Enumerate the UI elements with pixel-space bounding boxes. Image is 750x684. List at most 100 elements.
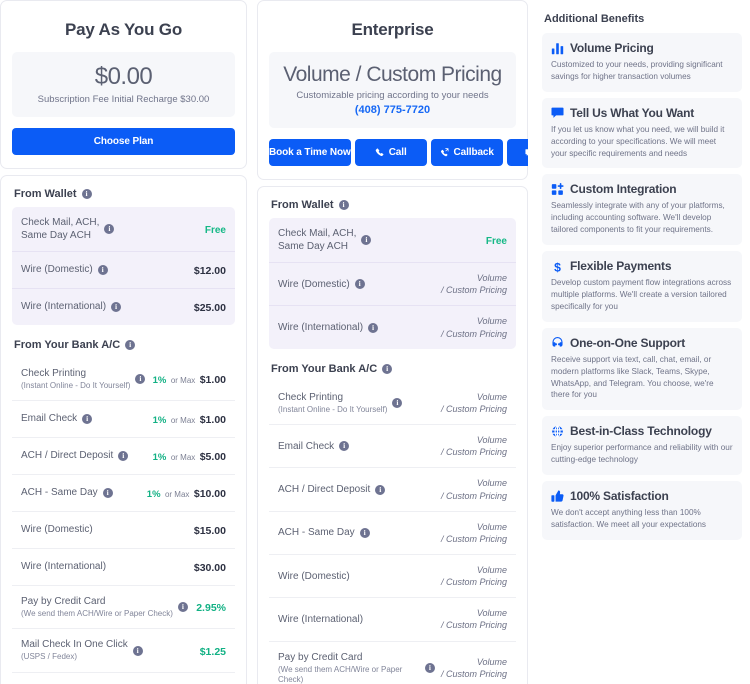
info-icon[interactable]: i — [125, 339, 136, 350]
bar-chart-icon — [551, 42, 564, 55]
row-label: Wire (International) — [21, 301, 107, 313]
payg-price: $0.00 — [94, 63, 153, 90]
price-percent: 1% — [152, 451, 167, 463]
info-icon[interactable]: i — [375, 484, 386, 495]
payg-header-card: Pay As You Go $0.00 Subscription Fee Ini… — [0, 0, 247, 169]
info-icon[interactable]: i — [361, 235, 372, 246]
price-value: $1.00 — [199, 373, 226, 386]
info-icon[interactable]: i — [97, 264, 108, 275]
info-icon[interactable]: i — [382, 363, 393, 374]
svg-text:$: $ — [554, 260, 561, 273]
info-icon[interactable]: i — [424, 662, 435, 673]
column-gap — [247, 0, 257, 684]
chat-bubble-icon — [551, 106, 564, 119]
benefit-header: Custom Integration — [551, 182, 733, 196]
info-icon[interactable]: i — [111, 301, 122, 312]
fee-row: Mail Check In One Click (USPS / Fedex) i $1… — [12, 628, 235, 671]
callback-button-label: Callback — [453, 147, 494, 159]
info-icon[interactable]: i — [177, 602, 188, 613]
fee-row-label-group: Wire (Domestic) i — [278, 278, 365, 291]
fee-row: Pay by Credit Card (We send them ACH/Wire… — [12, 584, 235, 628]
dollar-icon: $ — [551, 260, 564, 273]
phone-link[interactable]: (408) 775-7720 — [277, 104, 508, 116]
info-icon[interactable]: i — [339, 441, 350, 452]
info-icon[interactable]: i — [368, 322, 379, 333]
info-icon[interactable]: i — [102, 487, 113, 498]
benefit-name: One-on-One Support — [570, 335, 686, 350]
price-value: Free — [204, 224, 226, 236]
info-icon[interactable]: i — [135, 373, 146, 384]
price-value: $5.00 — [199, 450, 226, 463]
row-label: Pay by Credit Card — [278, 651, 363, 663]
info-icon[interactable]: i — [81, 188, 92, 199]
fee-row: ACH / Direct Deposit i Volume / Custom Pric… — [269, 467, 516, 510]
row-label: Check Mail, ACH, — [278, 228, 357, 240]
info-icon[interactable]: i — [359, 527, 370, 538]
price-custom: Volume / Custom Pricing — [440, 316, 507, 339]
info-icon[interactable]: i — [132, 645, 143, 656]
benefits-title: Additional Benefits — [544, 13, 645, 25]
benefit-description: If you let us know what you need, we wil… — [551, 124, 725, 158]
price-custom: Volume / Custom Pricing — [440, 435, 507, 458]
benefit-name: Volume Pricing — [570, 41, 654, 55]
fee-row-price: Free — [205, 220, 226, 238]
info-icon[interactable]: i — [392, 397, 403, 408]
info-icon[interactable]: i — [354, 279, 365, 290]
price-ormax-label: or Max — [164, 489, 190, 499]
fee-row-price: Volume / Custom Pricing — [441, 477, 507, 501]
benefit-description: Receive support via text, call, chat, em… — [551, 354, 714, 400]
fee-row-price: 1% or Max $1.00 — [153, 410, 226, 428]
price-percent: 1% — [146, 488, 161, 500]
enterprise-cta-row: Book a Time Now Call Callback — [269, 139, 579, 167]
callback-button[interactable]: Callback — [430, 139, 503, 167]
row-sublabel: (Instant Online - Do It Yourself) — [21, 380, 131, 390]
payg-price-subtext: Subscription Fee Initial Recharge $30.00 — [37, 93, 210, 105]
row-label: Pay by Credit Card — [21, 595, 106, 607]
additional-benefits-column: Additional Benefits Volume Pricing Custom… — [534, 0, 750, 546]
fee-row-price: $12.00 — [194, 261, 226, 279]
fee-row-label-group: ACH - Same Day i — [278, 526, 370, 539]
puzzle-grid-icon — [551, 182, 564, 196]
section-title-from-bank-enterprise: From Your Bank A/C i — [269, 349, 516, 382]
benefit-description: Develop custom payment flow integrations… — [551, 278, 732, 311]
benefit-name: Flexible Payments — [570, 259, 672, 274]
pricing-page: Pay As You Go $0.00 Subscription Fee Ini… — [0, 0, 750, 684]
benefit-header: Tell Us What You Want — [551, 106, 733, 120]
fee-row-price: Volume / Custom Pricing — [441, 607, 507, 631]
benefit-card: Custom Integration Seamlessly integrate w… — [542, 174, 742, 246]
info-icon[interactable]: i — [104, 223, 115, 234]
fee-row: Wire (International) i Volume / Custom Pric… — [269, 305, 516, 348]
fee-row-price: $15.00 — [194, 521, 226, 539]
fee-row: Check Printing (Instant Online - Do It Yo… — [269, 382, 516, 424]
benefit-card: One-on-One Support Receive support via te… — [542, 327, 742, 411]
enterprise-price-subtext: Customizable pricing according to your n… — [296, 90, 489, 102]
fee-row: Email Check i 1% or Max $1.00 — [12, 399, 235, 437]
fee-row: ACH - Same Day i Volume / Custom Pricing — [269, 510, 516, 554]
fee-row-label-group: Wire (Domestic) — [278, 570, 350, 583]
row-label: Wire (Domestic) — [278, 278, 350, 290]
row-label: Check Printing — [278, 391, 344, 403]
choose-plan-button[interactable]: Choose Plan — [12, 127, 235, 155]
page-title-enterprise: Enterprise — [351, 20, 434, 39]
fee-row-price: Volume / Custom Pricing — [441, 656, 507, 680]
row-label: Check Mail, ACH, — [21, 216, 100, 228]
call-button[interactable]: Call — [354, 139, 427, 167]
fee-row-price: 2.95% — [196, 598, 226, 616]
info-icon[interactable]: i — [82, 413, 93, 424]
fee-row-label-group: Pay by Credit Card (We send them ACH/Wire… — [278, 651, 435, 684]
fee-row: Wire (Domestic) i $12.00 — [12, 250, 235, 288]
section-title-from-bank-payg: From Your Bank A/C i — [12, 325, 235, 358]
info-icon[interactable]: i — [338, 200, 349, 211]
enterprise-header-card: Enterprise Volume / Custom Pricing Custo… — [257, 0, 579, 181]
row-label: Wire (Domestic) — [278, 570, 350, 582]
price-ormax-label: or Max — [170, 375, 196, 385]
info-icon[interactable]: i — [118, 450, 129, 461]
phone-icon — [375, 148, 384, 157]
row-sublabel: (Instant Online - Do It Yourself) — [278, 404, 388, 414]
row-sublabel: (We send them ACH/Wire or Paper Check) — [21, 608, 173, 618]
benefits-list: Volume Pricing Customized to your needs, … — [542, 33, 742, 540]
fee-row: Check Mail, ACH, Same Day ACH i Free — [12, 207, 235, 251]
price-value: $1.25 — [199, 645, 226, 658]
row-label: Check Printing — [21, 367, 87, 379]
book-a-time-now-button[interactable]: Book a Time Now — [269, 139, 351, 167]
